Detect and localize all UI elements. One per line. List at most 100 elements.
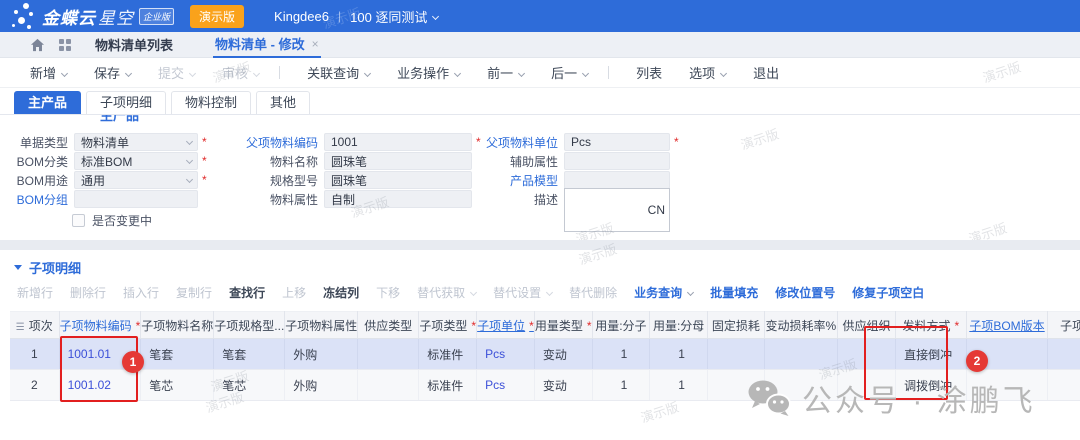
audit-button[interactable]: 审核 [222,63,259,82]
product-model-link-label[interactable]: 产品模型 [466,172,558,189]
cell-seq[interactable]: 2 [10,370,59,401]
column-header-sub-unit[interactable]: 子项单位* [477,312,535,339]
cell-sub-unit-link[interactable]: Pcs [477,339,535,370]
detail-section-header[interactable]: 子项明细 [0,250,1080,277]
substitute-get-button[interactable]: 替代获取 [417,284,476,301]
field-material-attr: 物料属性 自制 [190,190,472,208]
home-icon[interactable] [30,38,45,52]
material-attr-input[interactable]: 自制 [324,190,472,208]
required-marker: * [529,319,534,333]
find-row-button[interactable]: 查找行 [229,284,265,301]
exit-button[interactable]: 退出 [753,63,779,82]
spec-model-input[interactable]: 圆珠笔 [324,171,472,189]
column-header-variable-loss[interactable]: 变动损耗率% [764,312,837,339]
bill-type-select[interactable]: 物料清单 [74,133,198,151]
kingdee-bom-edit-page: { "topbar": { "logo_main": "金蝶云", "logo_… [0,0,1080,440]
options-button[interactable]: 选项 [689,63,726,82]
cell-supply-type[interactable] [358,339,419,370]
cell-supply-type[interactable] [358,370,419,401]
cell-sub-spec[interactable]: 笔芯 [214,370,285,401]
tab-material-edit-active[interactable]: 物料清单 - 修改 × [213,32,321,58]
wechat-icon [746,379,792,417]
bom-category-select[interactable]: 标准BOM [74,152,198,170]
tab-material-control[interactable]: 物料控制 [171,91,251,114]
column-header-sub-attr[interactable]: 子项物料属性 [285,312,358,339]
cell-usage-type[interactable]: 变动 [534,370,592,401]
parent-unit-input[interactable]: Pcs [564,133,670,151]
field-changing: 是否变更中 [72,211,152,229]
save-button[interactable]: 保存 [94,63,131,82]
previous-button[interactable]: 前一 [487,63,524,82]
business-query-button[interactable]: 业务查询 [634,284,693,301]
cell-sub-type[interactable]: 标准件 [419,370,477,401]
tab-sub-item-detail[interactable]: 子项明细 [86,91,166,114]
cell-sub-type[interactable]: 标准件 [419,339,477,370]
cell-sub-name[interactable]: 笔套 [141,339,214,370]
cell-numerator[interactable]: 1 [592,370,650,401]
parent-code-input[interactable]: 1001 [324,133,472,151]
move-up-button[interactable]: 上移 [282,284,306,301]
substitute-delete-button[interactable]: 替代删除 [569,284,617,301]
chevron-down-icon[interactable] [432,12,439,19]
column-header-usage-type[interactable]: 用量类型* [534,312,592,339]
parent-unit-link-label[interactable]: 父项物料单位 [466,134,558,151]
cell-fixed-loss[interactable] [707,339,764,370]
freeze-column-button[interactable]: 冻结列 [323,284,359,301]
column-header-seq[interactable]: ☰项次 [10,312,59,339]
bom-group-input[interactable] [74,190,198,208]
cell-sub-attr[interactable]: 外购 [285,370,358,401]
column-header-sub-type[interactable]: 子项类型* [419,312,477,339]
delete-row-button[interactable]: 删除行 [70,284,106,301]
copy-row-button[interactable]: 复制行 [176,284,212,301]
related-query-button[interactable]: 关联查询 [307,63,370,82]
cell-sub-attr[interactable]: 外购 [285,339,358,370]
organization-selector[interactable]: 100 逐同测试 [350,7,427,26]
tab-other[interactable]: 其他 [256,91,310,114]
close-icon[interactable]: × [312,37,319,51]
cell-sub-unit-link[interactable]: Pcs [477,370,535,401]
cell-denominator[interactable]: 1 [650,339,708,370]
cell-sub-product[interactable] [1048,339,1080,370]
cell-sub-name[interactable]: 笔芯 [141,370,214,401]
column-header-sub-spec[interactable]: 子项规格型... [214,312,285,339]
insert-row-button[interactable]: 插入行 [123,284,159,301]
product-model-input[interactable] [564,171,670,189]
column-header-numerator[interactable]: 用量:分子 [592,312,650,339]
bom-group-link-label[interactable]: BOM分组 [8,191,68,208]
cell-variable-loss[interactable] [764,339,837,370]
submit-button[interactable]: 提交 [158,63,195,82]
tab-material-list[interactable]: 物料清单列表 [95,35,173,54]
cell-usage-type[interactable]: 变动 [534,339,592,370]
next-button[interactable]: 后一 [551,63,588,82]
new-button[interactable]: 新增 [30,63,67,82]
repair-blank-button[interactable]: 修复子项空白 [852,284,924,301]
column-header-sub-bom-version[interactable]: 子项BOM版本 [966,312,1048,339]
description-textarea[interactable]: CN [564,188,670,232]
column-header-fixed-loss[interactable]: 固定损耗 [707,312,764,339]
business-operation-button[interactable]: 业务操作 [397,63,460,82]
add-row-button[interactable]: 新增行 [17,284,53,301]
bom-usage-select[interactable]: 通用 [74,171,198,189]
column-header-sub-name[interactable]: 子项物料名称 [141,312,214,339]
material-name-input[interactable]: 圆珠笔 [324,152,472,170]
cell-denominator[interactable]: 1 [650,370,708,401]
list-button[interactable]: 列表 [636,63,662,82]
column-header-denominator[interactable]: 用量:分母 [650,312,708,339]
cell-sub-product[interactable] [1048,370,1080,401]
move-down-button[interactable]: 下移 [376,284,400,301]
batch-fill-button[interactable]: 批量填充 [710,284,758,301]
column-header-supply-type[interactable]: 供应类型 [358,312,419,339]
column-header-sub-product[interactable]: 子项产品 [1048,312,1080,339]
tab-main-product[interactable]: 主产品 [14,91,81,114]
aux-attr-input[interactable] [564,152,670,170]
column-header-sub-code[interactable]: 子项物料编码* [59,312,141,339]
substitute-set-button[interactable]: 替代设置 [493,284,552,301]
cell-seq[interactable]: 1 [10,339,59,370]
modify-position-button[interactable]: 修改位置号 [775,284,835,301]
cell-numerator[interactable]: 1 [592,339,650,370]
changing-checkbox[interactable] [72,214,85,227]
apps-grid-icon[interactable] [59,39,71,51]
cell-sub-spec[interactable]: 笔套 [214,339,285,370]
parent-code-link-label[interactable]: 父项物料编码 [190,134,318,151]
field-spec-model: 规格型号 圆珠笔 [190,171,472,189]
